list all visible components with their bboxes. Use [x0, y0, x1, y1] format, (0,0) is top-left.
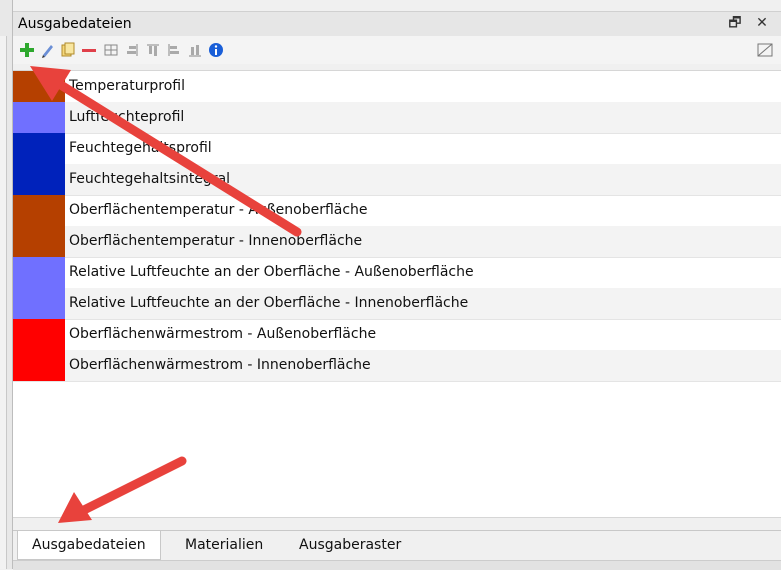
list-item[interactable]: Feuchtegehaltsintegral: [13, 164, 781, 196]
list-item-label: Oberflächentemperatur - Innenoberfläche: [69, 233, 363, 249]
copy-icon[interactable]: [60, 41, 76, 59]
list-item[interactable]: Luftfeuchteprofil: [13, 102, 781, 134]
toolbar: [13, 36, 781, 64]
color-swatch[interactable]: [13, 350, 65, 381]
add-icon[interactable]: [19, 41, 35, 59]
tab-ausgaberaster[interactable]: Ausgaberaster: [285, 531, 415, 559]
list-item[interactable]: Oberflächenwärmestrom - Außenoberfläche: [13, 319, 781, 351]
align-top-icon[interactable]: [145, 41, 161, 59]
list-item-label: Feuchtegehaltsintegral: [69, 171, 231, 187]
float-panel-button[interactable]: 🗗: [726, 14, 744, 32]
list-item-label: Feuchtegehaltsprofil: [69, 140, 212, 156]
list-item-label: Relative Luftfeuchte an der Oberfläche -…: [69, 295, 469, 311]
left-dock-strip: [0, 0, 12, 569]
list-item[interactable]: Relative Luftfeuchte an der Oberfläche -…: [13, 288, 781, 320]
color-swatch[interactable]: [13, 102, 65, 133]
list-item-label: Oberflächentemperatur - Außenoberfläche: [69, 202, 368, 218]
info-icon[interactable]: [208, 41, 224, 59]
output-file-list: Temperaturprofil Luftfeuchteprofil Feuchte…: [13, 70, 781, 518]
list-item-label: Temperaturprofil: [69, 78, 185, 94]
color-swatch[interactable]: [13, 226, 65, 257]
list-item[interactable]: Oberflächentemperatur - Außenoberfläche: [13, 195, 781, 227]
panel-title: Ausgabedateien: [18, 16, 132, 32]
align-left-icon[interactable]: [166, 41, 182, 59]
tab-ausgabedateien[interactable]: Ausgabedateien: [17, 531, 161, 560]
list-item[interactable]: Oberflächentemperatur - Innenoberfläche: [13, 226, 781, 258]
color-swatch[interactable]: [13, 257, 65, 288]
panel-tabbar: Ausgabedateien Materialien Ausgaberaster: [13, 530, 781, 561]
color-swatch[interactable]: [13, 133, 65, 164]
list-item[interactable]: Temperaturprofil: [13, 71, 781, 103]
list-item[interactable]: Oberflächenwärmestrom - Innenoberfläche: [13, 350, 781, 382]
list-item-label: Oberflächenwärmestrom - Außenoberfläche: [69, 326, 377, 342]
close-panel-button[interactable]: ✕: [753, 14, 771, 32]
tab-materialien[interactable]: Materialien: [171, 531, 277, 559]
remove-icon[interactable]: [81, 41, 97, 59]
color-swatch[interactable]: [13, 319, 65, 350]
chart-icon[interactable]: [757, 41, 773, 59]
color-swatch[interactable]: [13, 288, 65, 319]
grid-icon[interactable]: [103, 41, 119, 59]
list-item[interactable]: Relative Luftfeuchte an der Oberfläche -…: [13, 257, 781, 289]
align-bottom-icon[interactable]: [187, 41, 203, 59]
list-item-label: Relative Luftfeuchte an der Oberfläche -…: [69, 264, 474, 280]
align-right-icon[interactable]: [124, 41, 140, 59]
color-swatch[interactable]: [13, 164, 65, 195]
color-swatch[interactable]: [13, 195, 65, 226]
panel-titlebar: Ausgabedateien 🗗 ✕: [13, 11, 781, 37]
dock-splitter[interactable]: [0, 36, 7, 569]
color-swatch[interactable]: [13, 71, 65, 102]
output-files-panel: Ausgabedateien 🗗 ✕ Temperaturprofil Luft…: [12, 0, 781, 570]
list-item[interactable]: Feuchtegehaltsprofil: [13, 133, 781, 165]
list-item-label: Oberflächenwärmestrom - Innenoberfläche: [69, 357, 371, 373]
list-item-label: Luftfeuchteprofil: [69, 109, 185, 125]
edit-icon[interactable]: [40, 41, 56, 59]
